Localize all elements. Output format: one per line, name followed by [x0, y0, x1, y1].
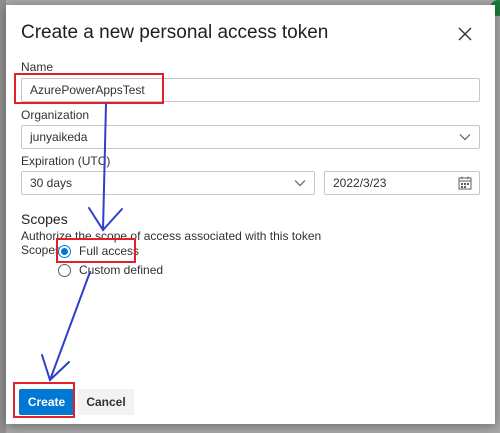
radio-full-access[interactable]: Full access [58, 244, 139, 258]
organization-label: Organization [21, 108, 90, 122]
radio-button[interactable] [58, 263, 71, 277]
radio-full-access-label: Full access [79, 244, 140, 258]
expiration-duration-value: 30 days [30, 176, 73, 190]
radio-custom-defined-label: Custom defined [79, 263, 164, 277]
create-token-dialog: Create a new personal access token Name … [6, 5, 495, 424]
scopes-heading: Scopes [21, 211, 68, 227]
scopes-side-label: Scopes [21, 243, 62, 257]
organization-dropdown[interactable]: junyaikeda [21, 125, 480, 149]
expiration-duration-dropdown[interactable]: 30 days [21, 171, 315, 195]
expiration-label: Expiration (UTC) [21, 154, 111, 168]
close-icon [458, 27, 472, 41]
name-input[interactable]: AzurePowerAppsTest [21, 78, 480, 102]
name-input-value: AzurePowerAppsTest [30, 83, 145, 97]
close-button[interactable] [455, 24, 475, 44]
expiration-date-value: 2022/3/23 [333, 176, 387, 190]
organization-value: junyaikeda [30, 130, 88, 144]
chevron-down-icon [294, 180, 306, 187]
radio-button[interactable] [58, 244, 71, 258]
calendar-icon[interactable] [458, 176, 472, 190]
create-button[interactable]: Create [19, 389, 74, 415]
dialog-title: Create a new personal access token [21, 22, 329, 43]
name-label: Name [21, 60, 54, 74]
chevron-down-icon [459, 134, 471, 141]
radio-custom-defined[interactable]: Custom defined [58, 263, 163, 277]
scopes-description: Authorize the scope of access associated… [21, 229, 322, 243]
expiration-date-picker[interactable]: 2022/3/23 [324, 171, 480, 195]
cancel-button[interactable]: Cancel [78, 389, 134, 415]
